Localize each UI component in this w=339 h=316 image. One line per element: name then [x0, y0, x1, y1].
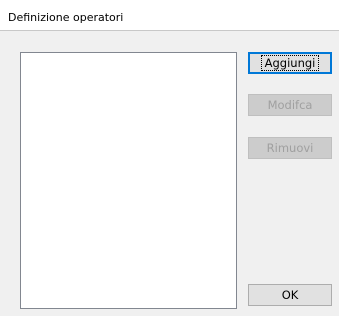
title-bar[interactable]: Definizione operatori	[0, 0, 339, 30]
operators-listbox[interactable]	[20, 52, 237, 309]
edit-button[interactable]: Modifca	[248, 94, 332, 116]
edit-button-label: Modifca	[267, 98, 313, 112]
dialog-window: Definizione operatori Aggiungi Modifca R…	[0, 0, 339, 316]
ok-button[interactable]: OK	[248, 284, 332, 306]
ok-button-label: OK	[281, 288, 299, 302]
remove-button[interactable]: Rimuovi	[248, 137, 332, 159]
add-button-label: Aggiungi	[260, 55, 320, 71]
remove-button-label: Rimuovi	[266, 141, 314, 155]
window-title: Definizione operatori	[8, 11, 124, 24]
add-button[interactable]: Aggiungi	[248, 52, 332, 74]
